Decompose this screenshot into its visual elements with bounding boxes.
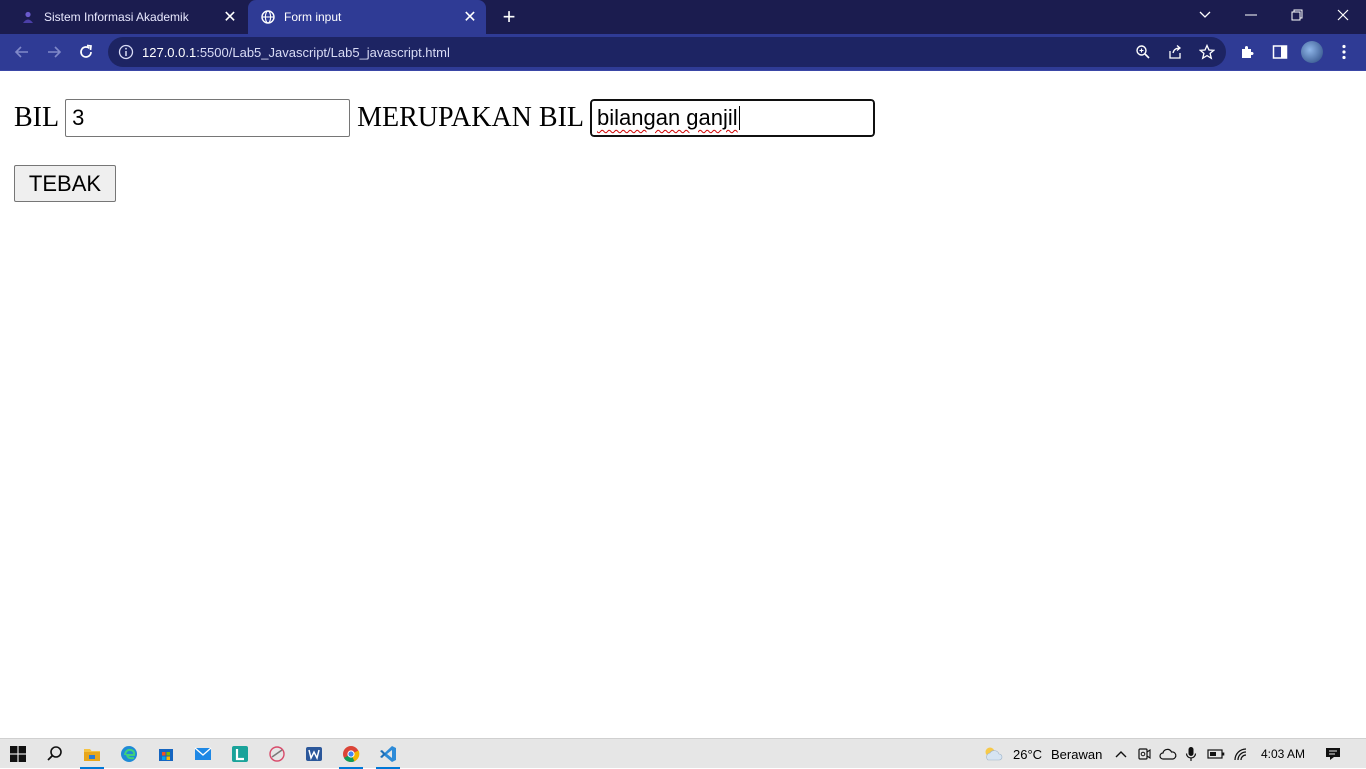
vscode-icon[interactable]	[375, 742, 401, 769]
form-row: BIL MERUPAKAN BIL bilangan ganjil	[14, 98, 876, 138]
windows-start-icon[interactable]	[5, 742, 31, 766]
chrome-icon[interactable]	[338, 742, 364, 769]
page-content: BIL MERUPAKAN BIL bilangan ganjil TEBAK	[0, 71, 1366, 738]
wifi-icon[interactable]	[1228, 742, 1254, 766]
globe-icon	[260, 9, 276, 25]
close-tab-icon[interactable]: ✕	[218, 5, 242, 29]
address-bar[interactable]: 127.0.0.1:5500/Lab5_Javascript/Lab5_java…	[108, 37, 1226, 67]
store-icon[interactable]	[153, 742, 179, 766]
clock-time[interactable]: 4:03 AM	[1261, 739, 1305, 769]
reload-icon[interactable]	[72, 38, 100, 66]
close-window-icon[interactable]	[1320, 0, 1366, 30]
tebak-button[interactable]: TEBAK	[14, 165, 116, 202]
mail-icon[interactable]	[190, 742, 216, 766]
tab-search-icon[interactable]	[1182, 0, 1228, 30]
edge-browser-icon[interactable]	[116, 742, 142, 766]
result-input-value: bilangan ganjil	[597, 105, 738, 130]
tab-title: Sistem Informasi Akademik	[44, 10, 189, 24]
snipping-tool-icon[interactable]	[264, 742, 290, 766]
windows-taskbar: 26°C Berawan 4:03 AM	[0, 738, 1366, 769]
profile-avatar[interactable]	[1301, 41, 1323, 63]
bookmark-star-icon[interactable]	[1197, 42, 1217, 62]
new-tab-icon[interactable]: +	[496, 4, 522, 30]
weather-cloud-sun-icon[interactable]	[980, 742, 1006, 766]
browser-tab-bar: Sistem Informasi Akademik ✕ Form input ✕…	[0, 0, 1366, 34]
url-host: 127.0.0.1	[142, 44, 197, 60]
info-icon[interactable]	[118, 44, 134, 60]
microphone-icon[interactable]	[1178, 742, 1204, 766]
notifications-icon[interactable]	[1320, 742, 1346, 766]
merupakan-bil-label: MERUPAKAN BIL	[357, 102, 584, 133]
bil-input[interactable]	[65, 99, 351, 137]
bil-label: BIL	[14, 102, 60, 133]
word-icon[interactable]	[301, 742, 327, 766]
tab-form-input[interactable]: Form input ✕	[248, 0, 486, 34]
l-app-icon[interactable]	[227, 742, 253, 766]
url-path: :5500/Lab5_Javascript/Lab5_javascript.ht…	[196, 44, 450, 60]
meet-now-icon[interactable]	[1131, 742, 1157, 766]
minimize-icon[interactable]	[1228, 0, 1274, 30]
file-explorer-icon[interactable]	[79, 742, 105, 769]
extensions-puzzle-icon[interactable]	[1237, 41, 1259, 63]
weather-description[interactable]: Berawan	[1051, 739, 1102, 769]
zoom-icon[interactable]	[1133, 42, 1153, 62]
result-input[interactable]: bilangan ganjil	[589, 98, 876, 138]
forward-icon[interactable]	[40, 38, 68, 66]
browser-toolbar: 127.0.0.1:5500/Lab5_Javascript/Lab5_java…	[0, 34, 1366, 70]
tab-sistem-informasi[interactable]: Sistem Informasi Akademik ✕	[8, 0, 246, 34]
url-text: 127.0.0.1:5500/Lab5_Javascript/Lab5_java…	[142, 45, 450, 60]
close-tab-icon[interactable]: ✕	[458, 5, 482, 29]
share-icon[interactable]	[1165, 42, 1185, 62]
search-icon[interactable]	[42, 742, 68, 766]
battery-icon[interactable]	[1203, 742, 1229, 766]
weather-temperature[interactable]: 26°C	[1013, 739, 1042, 769]
restore-icon[interactable]	[1274, 0, 1320, 30]
side-panel-icon[interactable]	[1269, 41, 1291, 63]
back-icon[interactable]	[8, 38, 36, 66]
user-favicon-icon	[20, 9, 36, 25]
tab-title: Form input	[284, 10, 342, 24]
menu-kebab-icon[interactable]	[1333, 41, 1355, 63]
text-caret	[738, 106, 740, 130]
